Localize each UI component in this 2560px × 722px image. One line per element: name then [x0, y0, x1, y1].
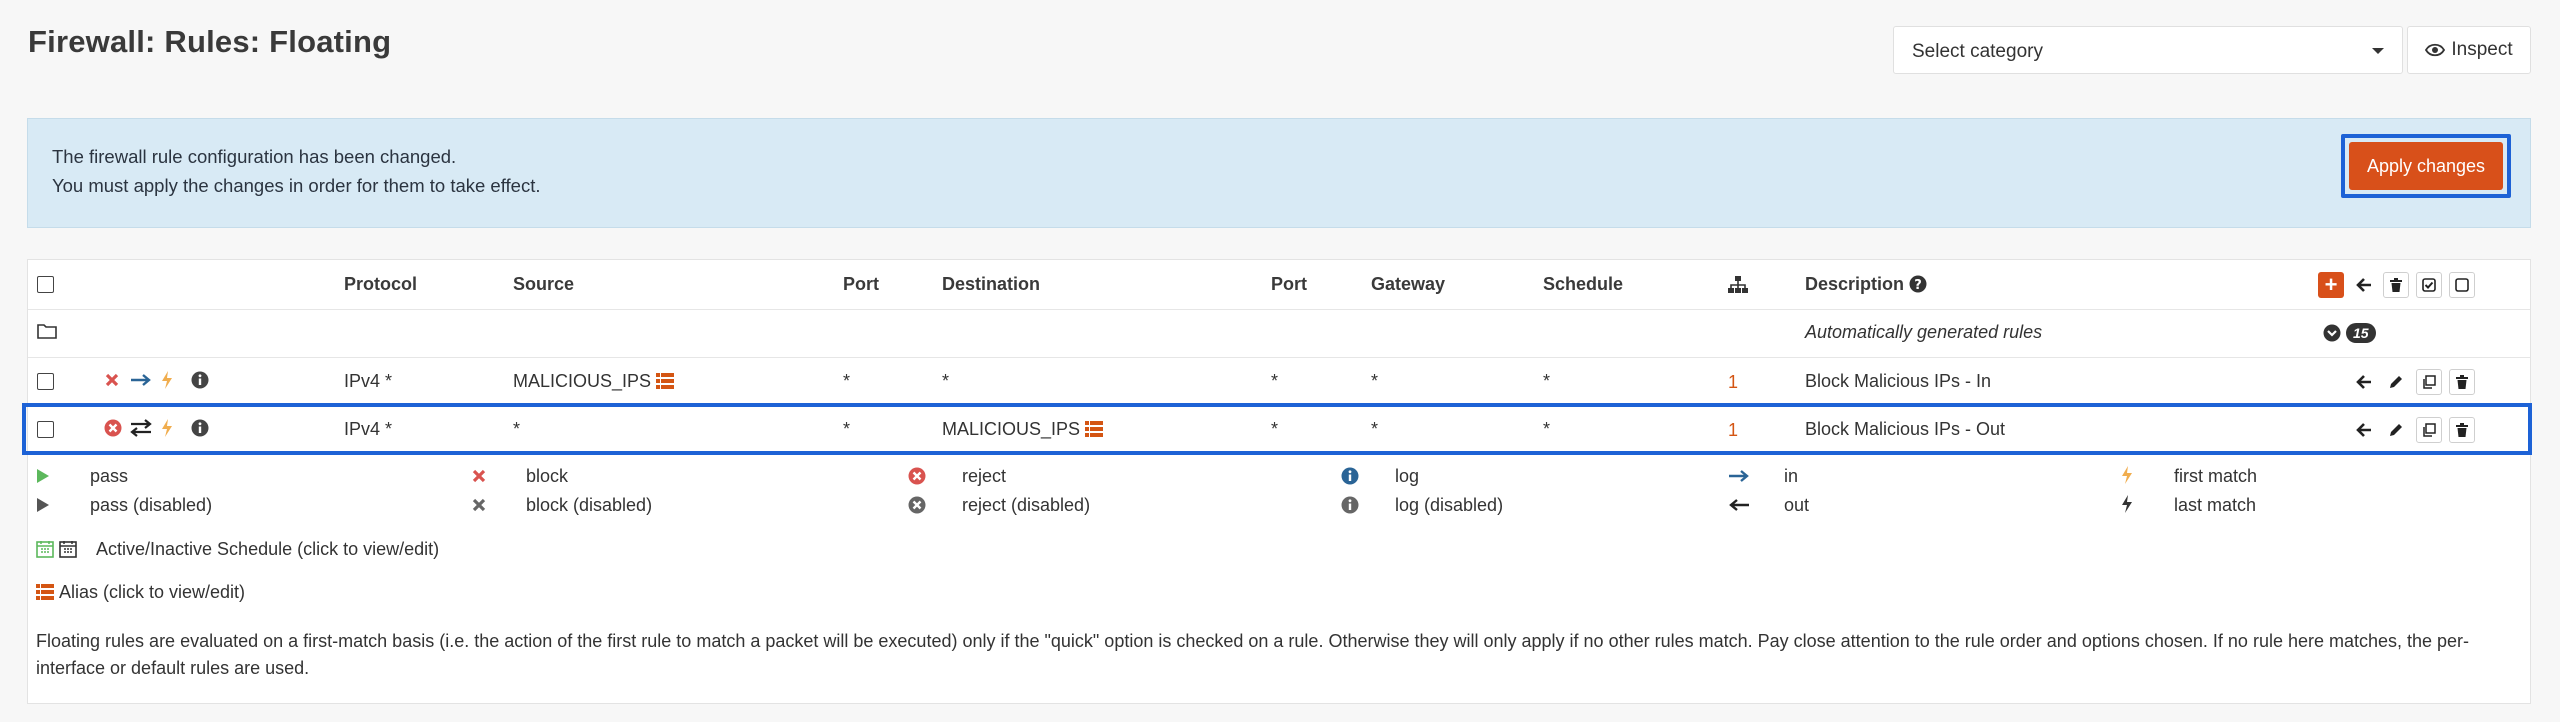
- changes-alert: The firewall rule configuration has been…: [27, 118, 2531, 228]
- legend-reject-disabled: reject (disabled): [962, 495, 1091, 515]
- auto-rules-expander[interactable]: 15: [2323, 322, 2376, 343]
- legend-schedule: Active/Inactive Schedule (click to view/…: [96, 539, 440, 559]
- bolt-icon: [2121, 495, 2133, 518]
- arrow-right-in-icon: [130, 372, 152, 393]
- rule-evaluations[interactable]: 1: [1728, 372, 1738, 393]
- alert-line-2: You must apply the changes in order for …: [52, 175, 541, 196]
- row-highlight: [22, 403, 2532, 455]
- arrow-left-out-icon: [1728, 497, 1750, 518]
- header-protocol: Protocol: [344, 274, 418, 294]
- header-description: Description ?: [1805, 274, 1927, 295]
- row-checkbox[interactable]: [37, 373, 54, 390]
- select-all-checkbox[interactable]: [37, 276, 54, 293]
- alert-line-1: The firewall rule configuration has been…: [52, 146, 457, 167]
- legend-in: in: [1784, 466, 1799, 486]
- legend-out: out: [1784, 495, 1810, 515]
- calendar-icon: [59, 540, 77, 563]
- block-icon: [471, 497, 487, 518]
- page-header: Firewall: Rules: Floating Select categor…: [0, 0, 2560, 92]
- legend-alias: Alias (click to view/edit): [59, 582, 246, 602]
- rule-destination: *: [942, 371, 950, 391]
- folder-icon: [37, 323, 57, 344]
- play-icon: [36, 468, 50, 489]
- legend-first-match: first match: [2174, 466, 2258, 486]
- rule-source-value: MALICIOUS_IPS: [513, 371, 652, 391]
- square-icon[interactable]: [2449, 272, 2475, 298]
- legend-log: log: [1395, 466, 1420, 486]
- apply-highlight: Apply changes: [2341, 134, 2511, 198]
- move-icon[interactable]: [2351, 369, 2377, 395]
- inspect-button[interactable]: Inspect: [2407, 26, 2531, 74]
- add-rule-button[interactable]: +: [2318, 272, 2344, 298]
- apply-changes-button[interactable]: Apply changes: [2349, 142, 2503, 190]
- category-select-value: Select category: [1912, 41, 2043, 62]
- trash-icon[interactable]: [2383, 272, 2409, 298]
- rule-protocol: IPv4 *: [344, 371, 393, 391]
- arrow-left-icon[interactable]: [2351, 272, 2377, 298]
- block-icon: [104, 372, 120, 393]
- bolt-icon: [2121, 466, 2133, 489]
- question-circle-icon[interactable]: ?: [1909, 275, 1927, 293]
- svg-text:?: ?: [1914, 278, 1922, 293]
- eye-icon: [2425, 43, 2446, 57]
- rule-description: Block Malicious IPs - In: [1805, 371, 1992, 391]
- legend-reject: reject: [962, 466, 1007, 486]
- floating-rules-help-text: Floating rules are evaluated on a first-…: [36, 631, 2470, 678]
- alias-list-icon: [36, 584, 54, 605]
- sitemap-icon: [1728, 276, 1748, 299]
- legend-pass: pass: [90, 466, 129, 486]
- arrow-right-in-icon: [1728, 468, 1750, 489]
- block-icon: [471, 468, 487, 489]
- reject-icon: [908, 467, 926, 490]
- auto-rules-row[interactable]: Automatically generated rules 15: [28, 310, 2530, 358]
- table-header-row: Protocol Source Port Destination Port Ga…: [28, 260, 2530, 310]
- chevron-circle-down-icon: [2323, 324, 2341, 342]
- page-title: Firewall: Rules: Floating: [28, 24, 392, 59]
- rule-port: *: [843, 371, 851, 391]
- header-source: Source: [513, 274, 575, 294]
- rule-gateway: *: [1371, 371, 1379, 391]
- header-port-2: Port: [1271, 274, 1307, 294]
- trash-icon[interactable]: [2449, 369, 2475, 395]
- header-schedule: Schedule: [1543, 274, 1624, 294]
- bolt-icon: [161, 371, 173, 394]
- reject-icon: [908, 496, 926, 519]
- table-row[interactable]: IPv4 * MALICIOUS_IPS * * * * * 1 Block M…: [28, 358, 2530, 406]
- play-icon: [36, 497, 50, 518]
- header-gateway: Gateway: [1371, 274, 1446, 294]
- auto-rules-label: Automatically generated rules: [1805, 322, 2043, 342]
- alias-list-icon[interactable]: [656, 373, 675, 389]
- legend-last-match: last match: [2174, 495, 2257, 515]
- legend-pass-disabled: pass (disabled): [90, 495, 213, 515]
- header-description-label: Description: [1805, 274, 1905, 294]
- header-port: Port: [843, 274, 879, 294]
- copy-icon[interactable]: [2416, 369, 2442, 395]
- legend-block: block: [526, 466, 569, 486]
- calendar-icon: [36, 540, 54, 563]
- category-select[interactable]: Select category: [1893, 26, 2403, 74]
- legend-block-disabled: block (disabled): [526, 495, 653, 515]
- info-circle-icon: [1341, 467, 1359, 490]
- rule-schedule: *: [1543, 371, 1551, 391]
- inspect-label: Inspect: [2451, 39, 2513, 60]
- check-square-icon[interactable]: [2416, 272, 2442, 298]
- info-circle-icon: [1341, 496, 1359, 519]
- legend-log-disabled: log (disabled): [1395, 495, 1504, 515]
- chevron-down-icon: [2372, 48, 2384, 54]
- rules-table-panel: Protocol Source Port Destination Port Ga…: [27, 259, 2531, 704]
- info-circle-icon[interactable]: [191, 371, 209, 394]
- pencil-icon[interactable]: [2383, 369, 2409, 395]
- auto-rules-count: 15: [2346, 323, 2376, 343]
- rule-port-2: *: [1271, 371, 1279, 391]
- header-destination: Destination: [942, 274, 1041, 294]
- rule-source[interactable]: MALICIOUS_IPS: [513, 371, 675, 392]
